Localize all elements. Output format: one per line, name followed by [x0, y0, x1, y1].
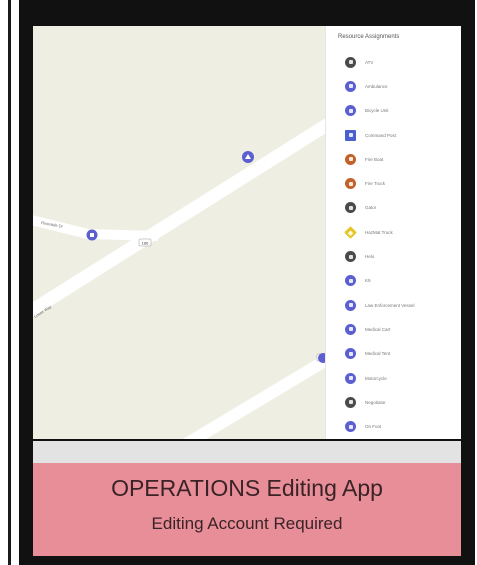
app-banner[interactable]: OPERATIONS Editing App Editing Account R… — [33, 463, 461, 556]
svg-text:186: 186 — [142, 241, 149, 246]
resource-item-label: Law Enforcement Vessel — [365, 302, 415, 308]
negotiator-icon — [345, 396, 356, 408]
resource-item[interactable]: Ambulance — [326, 74, 462, 98]
ambulance-icon — [345, 80, 356, 92]
resource-item-label: Ambulance — [365, 83, 388, 89]
fire-truck-icon — [345, 178, 356, 190]
resource-item-label: Motorcycle — [365, 375, 387, 381]
resource-item-label: Negotiator — [365, 399, 386, 405]
map-view[interactable]: Riverside Dr Lower Way 186 186 — [33, 26, 325, 439]
divider-band — [33, 441, 461, 463]
divider-bar — [8, 0, 11, 565]
command-post-icon — [345, 129, 356, 141]
law-vessel-icon — [345, 299, 356, 311]
fire-boat-icon — [345, 153, 356, 165]
resource-item[interactable]: ATV — [326, 50, 462, 74]
resource-item-label: Helo — [365, 254, 375, 260]
resource-item-label: K9 — [365, 278, 371, 284]
resource-item[interactable]: Helo — [326, 244, 462, 268]
main-road — [33, 118, 325, 318]
resource-item[interactable]: Fire Truck — [326, 171, 462, 195]
left-strip — [0, 0, 16, 565]
medical-cart-icon — [345, 323, 356, 335]
resource-item-label: Fire Truck — [365, 181, 386, 187]
medical-tent-icon — [345, 348, 356, 360]
resource-item-label: ATV — [365, 59, 374, 65]
resource-item-label: Bicycle Unit — [365, 108, 389, 114]
k9-icon — [345, 275, 356, 287]
resource-item[interactable]: Medical Tent — [326, 342, 462, 366]
ambulance-marker-icon[interactable] — [242, 151, 254, 163]
atv-icon — [345, 56, 356, 68]
resource-item-label: On Foot — [365, 424, 382, 430]
resource-item-label: Fire Boat — [365, 156, 384, 162]
resource-item-label: Medical Tent — [365, 351, 391, 357]
resource-panel: Resource Assignments ATV Ambulance Bicycle… — [325, 26, 461, 439]
lower-road — [183, 353, 325, 439]
gator-icon — [345, 202, 356, 214]
hazmat-icon — [344, 225, 357, 239]
panel-title: Resource Assignments — [338, 34, 400, 40]
resource-list: ATV Ambulance Bicycle Unit Command Post Fire… — [326, 50, 462, 439]
resource-item[interactable]: Gator — [326, 196, 462, 220]
helicopter-icon — [345, 251, 356, 263]
bicycle-icon — [345, 105, 356, 117]
banner-title: OPERATIONS Editing App — [111, 475, 383, 501]
resource-item-label: Command Post — [365, 132, 397, 138]
resource-item-label: Gator — [365, 205, 377, 211]
resource-item[interactable]: Motorcycle — [326, 366, 462, 390]
resource-item[interactable]: K9 — [326, 269, 462, 293]
resource-item[interactable]: Medical Cart — [326, 317, 462, 341]
resource-item[interactable]: Fire Boat — [326, 147, 462, 171]
resource-item[interactable]: Bicycle Unit — [326, 99, 462, 123]
resource-item[interactable]: On Foot — [326, 414, 462, 438]
resource-item-label: Medical Cart — [365, 326, 391, 332]
resource-item[interactable]: Law Enforcement Vessel — [326, 293, 462, 317]
resource-item-label: HazMat Truck — [365, 229, 393, 235]
motorcycle-icon — [345, 372, 356, 384]
route-shield: 186 — [138, 238, 152, 247]
unit-marker-icon[interactable] — [86, 229, 98, 241]
resource-item[interactable]: Negotiator — [326, 390, 462, 414]
banner-subtitle: Editing Account Required — [151, 514, 343, 533]
resource-item[interactable]: Command Post — [326, 123, 462, 147]
resource-item[interactable]: HazMat Truck — [326, 220, 462, 244]
on-foot-icon — [345, 421, 356, 433]
